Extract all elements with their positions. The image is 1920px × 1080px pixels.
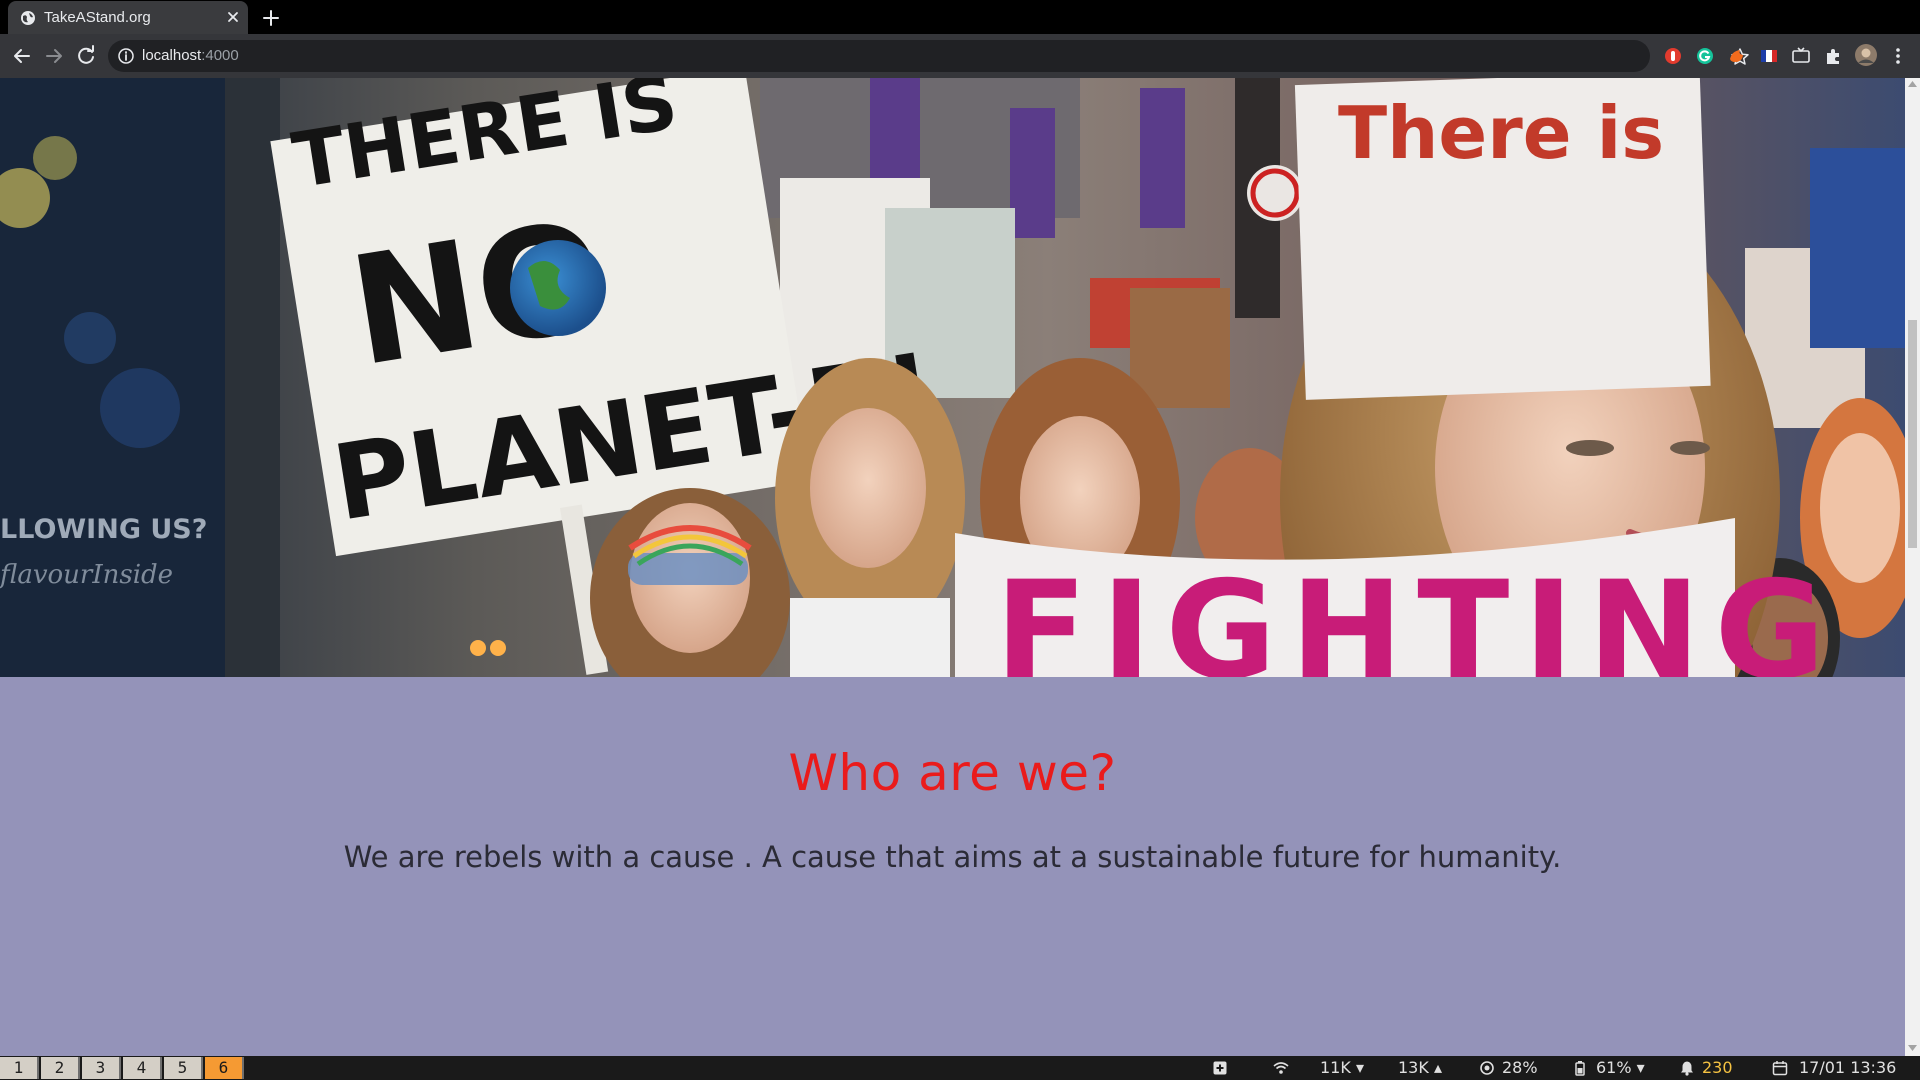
battery-icon: [1575, 1061, 1585, 1076]
scroll-up-arrow-icon[interactable]: [1908, 80, 1917, 88]
scrollbar-thumb[interactable]: [1908, 320, 1917, 548]
globe-icon: [21, 11, 35, 25]
shop-text-1: LLOWING US?: [0, 514, 207, 545]
calendar-icon: [1772, 1061, 1788, 1076]
address-bar[interactable]: localhost:4000: [108, 40, 1749, 72]
banner-fighting: FIGHTING: [995, 552, 1839, 677]
more-menu-icon[interactable]: [1887, 45, 1909, 67]
site-info-icon[interactable]: [117, 47, 135, 65]
bell-icon[interactable]: [1679, 1060, 1695, 1076]
forward-arrow-icon[interactable]: [40, 42, 68, 70]
net-upload: 13K ▴: [1398, 1058, 1442, 1077]
about-section: Who are we? We are rebels with a cause .…: [0, 677, 1905, 1056]
url-host: localhost: [142, 47, 202, 64]
about-heading: Who are we?: [788, 744, 1117, 802]
extensions-puzzle-icon[interactable]: [1822, 45, 1844, 67]
new-tab-icon[interactable]: [258, 5, 284, 31]
scroll-down-arrow-icon[interactable]: [1908, 1044, 1917, 1052]
workspace-4[interactable]: 4: [123, 1057, 162, 1079]
extension-orange-icon[interactable]: [1726, 45, 1748, 67]
add-square-icon[interactable]: [1212, 1060, 1228, 1076]
workspace-5[interactable]: 5: [164, 1057, 203, 1079]
close-icon[interactable]: [222, 6, 244, 28]
workspace-3[interactable]: 3: [82, 1057, 121, 1079]
browser-toolbar: localhost:4000: [0, 34, 1920, 78]
tab-title: TakeAStand.org: [44, 9, 151, 26]
sign-there-is-right: There is: [1338, 91, 1664, 175]
net-down-value: 11K: [1320, 1058, 1351, 1077]
cast-icon[interactable]: [1790, 45, 1812, 67]
url-port: :4000: [201, 47, 239, 64]
workspace-6[interactable]: 6: [205, 1057, 244, 1079]
reload-icon[interactable]: [72, 42, 100, 70]
profile-avatar-icon[interactable]: [1854, 43, 1878, 67]
about-description: We are rebels with a cause . A cause tha…: [343, 840, 1562, 874]
hero-image: LLOWING US? flavourInside THERE IS NO PL: [0, 78, 1905, 677]
system-status-bar: 1 2 3 4 5 6 11K ▾ 13K ▴ 28% 61% ▾ 230 17…: [0, 1056, 1920, 1080]
grammarly-icon[interactable]: [1694, 45, 1716, 67]
net-download: 11K ▾: [1320, 1058, 1364, 1077]
url-text: localhost:4000: [142, 47, 239, 64]
page-scrollbar[interactable]: [1905, 78, 1920, 1056]
back-arrow-icon[interactable]: [8, 42, 36, 70]
notification-count: 230: [1702, 1058, 1733, 1077]
page-viewport: LLOWING US? flavourInside THERE IS NO PL: [0, 78, 1905, 1056]
cpu-icon: [1480, 1061, 1494, 1075]
workspace-2[interactable]: 2: [41, 1057, 80, 1079]
shop-text-2: flavourInside: [0, 560, 173, 590]
wifi-icon: [1273, 1062, 1289, 1074]
browser-tab[interactable]: TakeAStand.org: [8, 1, 248, 34]
clock-datetime: 17/01 13:36: [1799, 1058, 1897, 1077]
net-up-value: 13K: [1398, 1058, 1429, 1077]
cpu-usage: 28%: [1502, 1058, 1538, 1077]
workspace-1[interactable]: 1: [0, 1057, 39, 1079]
extension-flag-icon[interactable]: [1758, 45, 1780, 67]
tab-strip: TakeAStand.org: [0, 0, 1920, 34]
extension-red-icon[interactable]: [1662, 45, 1684, 67]
battery-level: 61% ▾: [1596, 1058, 1645, 1077]
battery-value: 61%: [1596, 1058, 1632, 1077]
protest-photo: LLOWING US? flavourInside THERE IS NO PL: [0, 78, 1905, 677]
